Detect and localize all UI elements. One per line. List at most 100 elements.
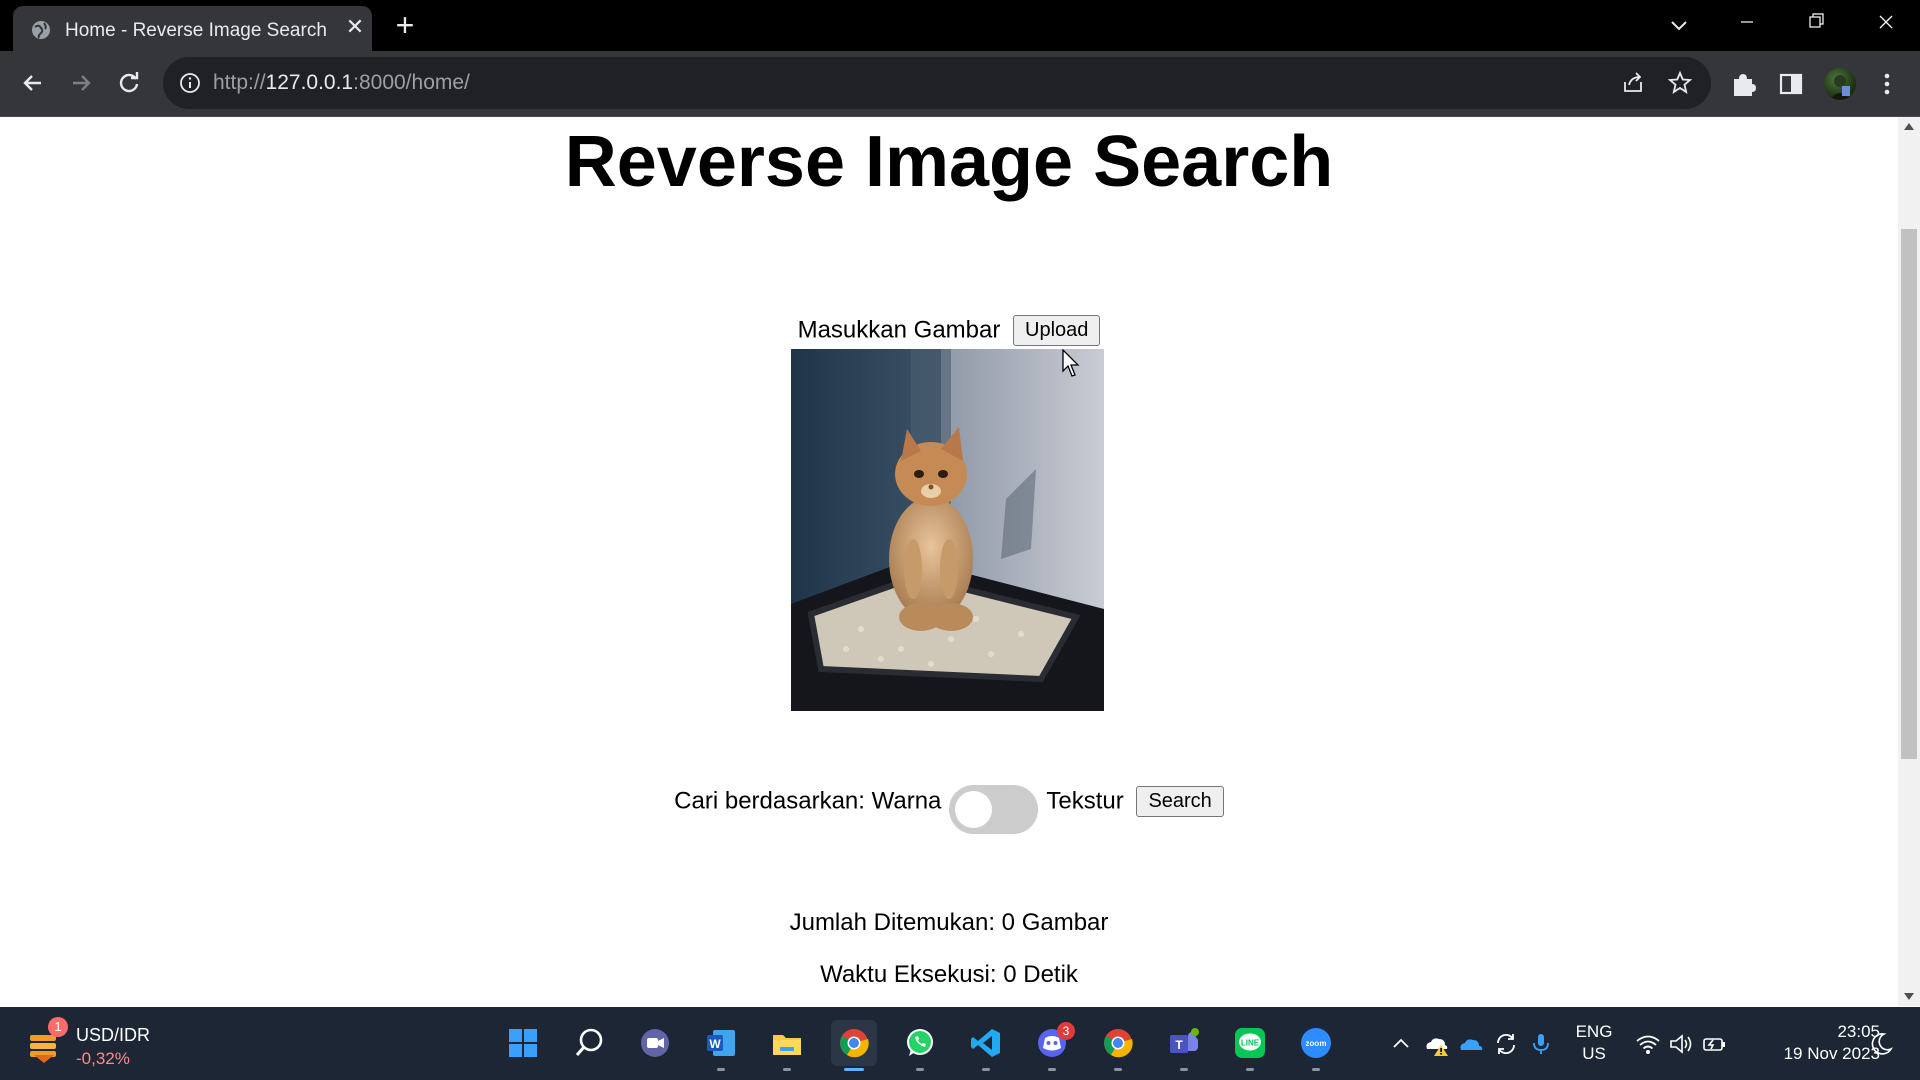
profile-avatar[interactable] bbox=[1824, 68, 1856, 100]
battery-charging-icon bbox=[1703, 1038, 1725, 1051]
share-icon[interactable] bbox=[1620, 70, 1646, 96]
taskbar-whatsapp[interactable] bbox=[897, 1020, 943, 1071]
url-text[interactable]: http://127.0.0.1:8000/home/ bbox=[213, 71, 470, 95]
discord-notification-badge: 3 bbox=[1057, 1022, 1075, 1040]
more-menu-icon[interactable] bbox=[1873, 70, 1901, 98]
running-indicator bbox=[916, 1068, 924, 1071]
running-indicator bbox=[1048, 1068, 1056, 1071]
running-indicator bbox=[1180, 1068, 1188, 1071]
forward-arrow-icon[interactable] bbox=[63, 65, 99, 101]
volume-icon bbox=[1670, 1034, 1692, 1054]
bookmark-star-icon[interactable] bbox=[1667, 70, 1693, 96]
widget-badge: 1 bbox=[48, 1017, 68, 1037]
microphone-icon[interactable] bbox=[1528, 1031, 1554, 1057]
browser-tab-bar: Home - Reverse Image Search ✕ + bbox=[0, 0, 1920, 51]
search-button[interactable]: Search bbox=[1136, 786, 1224, 817]
search-icon bbox=[575, 1028, 603, 1056]
page-title: Reverse Image Search bbox=[564, 122, 1334, 202]
close-tab-icon[interactable]: ✕ bbox=[343, 15, 367, 39]
taskbar-chrome-active[interactable] bbox=[831, 1020, 877, 1071]
teams-chat-icon bbox=[641, 1029, 669, 1057]
mouse-cursor-icon bbox=[1062, 349, 1080, 377]
quick-settings[interactable] bbox=[1630, 1007, 1740, 1080]
tab-title: Home - Reverse Image Search bbox=[65, 20, 327, 41]
browser-toolbar: http://127.0.0.1:8000/home/ bbox=[0, 51, 1920, 117]
taskbar-zoom[interactable]: zoom bbox=[1293, 1020, 1339, 1071]
scroll-up-arrow-icon[interactable] bbox=[1904, 123, 1914, 130]
svg-text:LINE: LINE bbox=[1241, 1039, 1260, 1048]
taskbar-chrome-2[interactable] bbox=[1095, 1020, 1141, 1071]
restore-window-icon[interactable] bbox=[1782, 0, 1850, 44]
windows-taskbar: 1 USD/IDR -0,32% W 3 T LINE zoom ENG US … bbox=[0, 1007, 1920, 1080]
upload-row: Masukkan Gambar Upload bbox=[0, 315, 1898, 346]
execution-time-text: Waktu Eksekusi: 0 Detik bbox=[820, 961, 1078, 988]
globe-icon bbox=[32, 21, 50, 39]
taskbar-line[interactable]: LINE bbox=[1227, 1020, 1273, 1071]
result-count-text: Jumlah Ditemukan: 0 Gambar bbox=[789, 909, 1109, 936]
running-indicator bbox=[1312, 1068, 1320, 1071]
chrome-icon bbox=[1104, 1029, 1133, 1058]
url-host: 127.0.0.1 bbox=[265, 71, 354, 94]
minimize-window-icon[interactable] bbox=[1713, 0, 1781, 44]
url-scheme: http:// bbox=[213, 71, 266, 94]
search-controls-row: Cari berdasarkan: Warna Tekstur Search bbox=[0, 777, 1898, 834]
taskbar-word[interactable]: W bbox=[698, 1020, 744, 1071]
running-indicator bbox=[1246, 1068, 1254, 1071]
browser-tab-active[interactable]: Home - Reverse Image Search ✕ bbox=[13, 6, 372, 51]
running-indicator bbox=[1114, 1068, 1122, 1071]
sync-icon[interactable] bbox=[1493, 1031, 1519, 1057]
color-texture-toggle[interactable] bbox=[949, 785, 1039, 834]
folder-icon bbox=[773, 1035, 801, 1055]
profile-photo-icon bbox=[1830, 75, 1850, 100]
upload-button[interactable]: Upload bbox=[1013, 315, 1101, 346]
onedrive-warning-icon[interactable] bbox=[1423, 1031, 1449, 1057]
show-hidden-icons-chevron[interactable] bbox=[1388, 1031, 1414, 1057]
focus-moon-icon[interactable] bbox=[1868, 1031, 1894, 1057]
extensions-puzzle-icon[interactable] bbox=[1729, 70, 1757, 98]
scrollbar-thumb[interactable] bbox=[1901, 229, 1917, 759]
whatsapp-icon bbox=[907, 1029, 933, 1056]
taskbar-discord[interactable]: 3 bbox=[1029, 1020, 1075, 1071]
upload-label: Masukkan Gambar bbox=[797, 316, 1001, 344]
wifi-icon bbox=[1636, 1035, 1660, 1054]
running-indicator bbox=[982, 1068, 990, 1071]
toggle-knob bbox=[955, 791, 993, 828]
side-panel-icon[interactable] bbox=[1777, 70, 1805, 98]
language-code: ENG bbox=[1575, 1022, 1613, 1041]
close-window-icon[interactable] bbox=[1852, 0, 1920, 44]
word-icon: W bbox=[707, 1030, 735, 1056]
taskbar-teams[interactable]: T bbox=[1161, 1020, 1207, 1071]
back-arrow-icon[interactable] bbox=[15, 65, 51, 101]
url-path: :8000/home/ bbox=[353, 71, 470, 94]
widget-change: -0,32% bbox=[76, 1049, 130, 1068]
taskbar-chat[interactable] bbox=[632, 1020, 678, 1066]
chrome-icon bbox=[840, 1029, 869, 1058]
new-tab-button[interactable]: + bbox=[390, 9, 420, 41]
currency-widget[interactable]: 1 USD/IDR -0,32% bbox=[26, 1017, 186, 1071]
language-indicator[interactable]: ENG US bbox=[1572, 1021, 1616, 1065]
keyboard-layout: US bbox=[1582, 1044, 1606, 1063]
svg-text:W: W bbox=[709, 1037, 721, 1051]
tab-search-chevron-icon[interactable] bbox=[1666, 12, 1692, 38]
active-indicator bbox=[844, 1068, 864, 1071]
site-info-icon[interactable] bbox=[179, 72, 201, 94]
start-button[interactable] bbox=[500, 1020, 546, 1066]
onedrive-cloud-icon[interactable] bbox=[1458, 1031, 1484, 1057]
system-clock[interactable]: 23:05 19 Nov 2023 bbox=[1748, 1021, 1880, 1065]
running-indicator bbox=[717, 1068, 725, 1071]
running-indicator bbox=[783, 1068, 791, 1071]
texture-label: Tekstur bbox=[1046, 787, 1124, 815]
kitten-photo-image bbox=[791, 349, 1104, 711]
reload-icon[interactable] bbox=[111, 65, 147, 101]
taskbar-vscode[interactable] bbox=[963, 1020, 1009, 1071]
address-bar[interactable]: http://127.0.0.1:8000/home/ bbox=[163, 57, 1711, 109]
page-scrollbar[interactable] bbox=[1898, 117, 1920, 1006]
page-content: Reverse Image Search Masukkan Gambar Upl… bbox=[0, 117, 1898, 1006]
clock-date: 19 Nov 2023 bbox=[1783, 1044, 1880, 1063]
taskbar-search[interactable] bbox=[567, 1020, 613, 1066]
uploaded-image-preview bbox=[791, 349, 1104, 711]
scroll-down-arrow-icon[interactable] bbox=[1904, 993, 1914, 1000]
taskbar-file-explorer[interactable] bbox=[764, 1020, 810, 1071]
teams-icon: T bbox=[1170, 1028, 1199, 1053]
zoom-icon: zoom bbox=[1301, 1028, 1331, 1058]
